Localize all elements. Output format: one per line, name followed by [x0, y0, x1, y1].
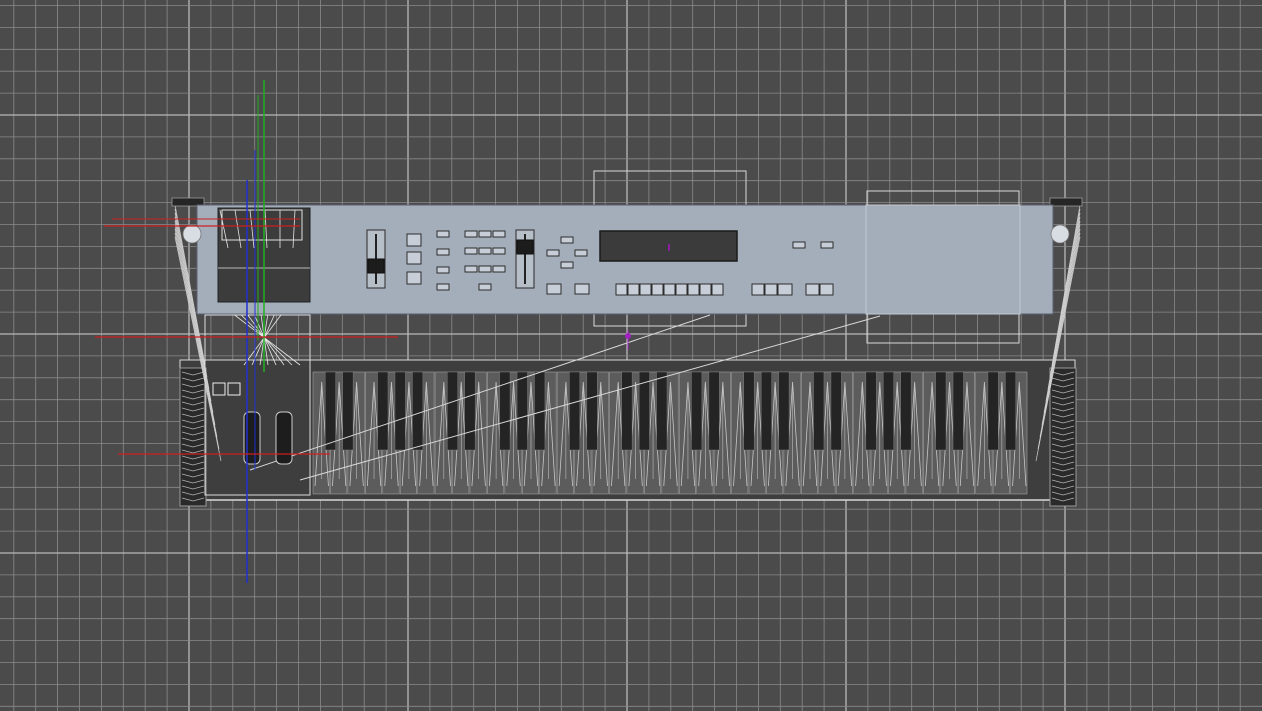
panel-button — [464, 230, 478, 238]
panel-button — [436, 283, 450, 291]
panel-button — [492, 230, 506, 238]
black-key — [813, 371, 825, 451]
black-key — [865, 371, 877, 451]
black-key — [708, 371, 720, 451]
panel-button — [687, 283, 700, 296]
black-key — [569, 371, 581, 451]
panel-button — [651, 283, 664, 296]
panel-button — [406, 251, 422, 265]
panel-button — [436, 248, 450, 256]
panel-button — [699, 283, 712, 296]
transform-gizmos — [95, 80, 398, 583]
panel-button — [792, 241, 806, 249]
panel-button — [805, 283, 820, 296]
panel-button — [464, 247, 478, 255]
panel-button — [675, 283, 688, 296]
black-key — [883, 371, 894, 451]
black-key — [621, 371, 633, 451]
slider-knob — [516, 239, 534, 255]
black-key — [760, 371, 772, 451]
panel-button — [464, 265, 478, 273]
black-key — [900, 371, 912, 451]
panel-button — [406, 271, 422, 285]
right-end-cheek — [1049, 367, 1077, 507]
panel-button — [478, 283, 492, 291]
panel-button — [764, 283, 778, 296]
panel-button — [615, 283, 628, 296]
panel-button — [663, 283, 676, 296]
viewport-grid — [0, 0, 1262, 711]
panel-button — [574, 249, 588, 257]
panel-button — [406, 233, 422, 247]
viewport-scene[interactable] — [0, 0, 1262, 711]
left-mount — [182, 224, 202, 244]
black-key — [1005, 371, 1017, 451]
panel-button — [436, 230, 450, 238]
black-key — [464, 371, 476, 451]
black-key — [324, 371, 336, 451]
panel-button — [627, 283, 640, 296]
panel-button — [751, 283, 765, 296]
panel-button — [478, 230, 492, 238]
panel-button — [574, 283, 590, 295]
panel-button — [777, 283, 793, 296]
black-key — [743, 371, 755, 451]
black-key — [516, 371, 528, 451]
black-key — [377, 371, 389, 451]
black-key — [586, 371, 598, 451]
black-key — [394, 371, 406, 451]
right-mount — [1050, 224, 1070, 244]
panel-button — [546, 249, 560, 257]
left-end-cheek — [179, 367, 207, 507]
panel-button — [820, 241, 834, 249]
panel-button — [560, 236, 574, 244]
panel-button — [711, 283, 724, 296]
panel-button — [478, 265, 492, 273]
panel-button — [546, 283, 562, 295]
black-key — [778, 371, 790, 451]
black-key — [987, 371, 999, 451]
black-key — [952, 371, 964, 451]
black-key — [830, 371, 842, 451]
black-key — [656, 371, 668, 451]
panel-button — [478, 247, 492, 255]
panel-button — [560, 261, 574, 269]
panel-button — [492, 265, 506, 273]
black-key — [691, 371, 703, 451]
panel-button — [639, 283, 652, 296]
synthesizer-model[interactable] — [171, 170, 1083, 507]
panel-button — [492, 247, 506, 255]
mod-wheel — [275, 411, 293, 465]
black-key — [412, 371, 424, 451]
3d-viewport[interactable] — [0, 0, 1262, 711]
panel-button — [436, 266, 450, 274]
panel-button — [819, 283, 834, 296]
right-cap — [1049, 197, 1083, 207]
slider-knob — [367, 258, 385, 274]
black-key — [935, 371, 947, 451]
